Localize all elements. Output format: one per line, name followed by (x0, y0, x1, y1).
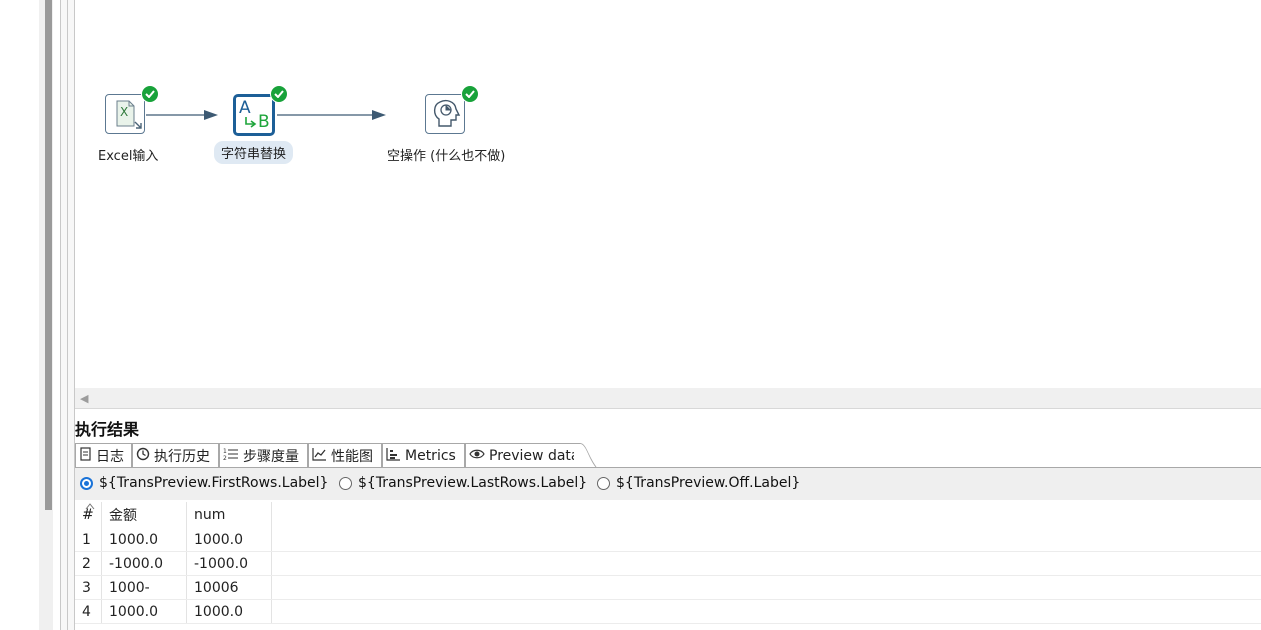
cell-amount: 1000- (101, 575, 187, 600)
table-row[interactable]: 3 1000- 10006 (75, 575, 272, 600)
cell-index: 2 (75, 551, 102, 576)
history-icon (136, 447, 150, 465)
tab-preview-data-label: Preview data (489, 447, 580, 464)
column-header-num[interactable]: num (186, 502, 272, 528)
column-header-amount[interactable]: 金额 (101, 502, 187, 528)
cell-index: 4 (75, 599, 102, 624)
vertical-scrollbar[interactable] (45, 0, 52, 510)
tab-history[interactable]: 执行历史 (132, 443, 219, 467)
replace-a-glyph: A (239, 98, 251, 118)
radio-first-rows-label: ${TransPreview.FirstRows.Label} (99, 475, 329, 491)
scroll-left-icon[interactable]: ◀ (80, 392, 88, 405)
step-label-dummy: 空操作 (什么也不做) (387, 149, 506, 164)
cell-amount: 1000.0 (101, 528, 187, 552)
preview-mode-options: ${TransPreview.FirstRows.Label} ${TransP… (75, 468, 1261, 500)
radio-off-label: ${TransPreview.Off.Label} (616, 475, 801, 491)
tab-metrics-label: Metrics (405, 447, 456, 464)
tab-performance-graph[interactable]: 性能图 (308, 443, 382, 467)
left-gutter (0, 0, 39, 630)
tab-performance-graph-label: 性能图 (331, 448, 373, 465)
transformation-canvas[interactable]: X Excel输入 A B 字符串替换 空操作 (什么也不做) (75, 0, 1261, 388)
performance-graph-icon (312, 447, 327, 465)
cell-num: 1000.0 (186, 599, 272, 624)
dummy-step-icon (425, 94, 465, 134)
table-row[interactable]: 1 1000.0 1000.0 (75, 528, 272, 552)
tab-history-label: 执行历史 (154, 448, 210, 465)
log-icon (79, 446, 92, 465)
execution-results-title: 执行结果 (75, 420, 140, 439)
tab-log[interactable]: 日志 (75, 443, 132, 467)
radio-last-rows[interactable]: ${TransPreview.LastRows.Label} (339, 475, 587, 491)
preview-data-table: # 金额 num 1 1000.0 1000.0 2 -1000.0 -1000… (75, 502, 1261, 630)
success-check-icon (141, 85, 159, 103)
row-divider (75, 575, 1261, 576)
cell-num: -1000.0 (186, 551, 272, 576)
radio-unselected-icon[interactable] (597, 476, 610, 490)
hops-layer (146, 110, 386, 120)
canvas-horizontal-scrollbar[interactable]: ◀ (75, 388, 1261, 409)
table-row[interactable]: 4 1000.0 1000.0 (75, 599, 272, 624)
row-divider (75, 551, 1261, 552)
cell-amount: -1000.0 (101, 551, 187, 576)
excel-input-icon: X (105, 94, 145, 134)
results-tabstrip: 日志 执行历史 12 步骤度量 性能图 Metrics Preview data (75, 443, 1261, 468)
step-metrics-icon: 12 (223, 447, 239, 465)
cell-index: 1 (75, 528, 102, 552)
cell-amount: 1000.0 (101, 599, 187, 624)
radio-selected-icon[interactable] (80, 476, 93, 490)
panel-splitter[interactable] (60, 0, 75, 630)
svg-text:1: 1 (223, 448, 227, 455)
radio-unselected-icon[interactable] (339, 476, 352, 490)
tab-edge (574, 443, 597, 468)
sort-up-icon[interactable] (85, 502, 95, 510)
string-replace-icon: A B (233, 94, 275, 136)
metrics-icon (386, 447, 401, 465)
hop-arrow-2-icon (372, 110, 386, 120)
row-divider (75, 599, 1261, 600)
step-label-string-replace: 字符串替换 (214, 141, 294, 164)
table-header-row: # 金额 num (75, 502, 272, 528)
eye-icon (469, 448, 485, 464)
radio-last-rows-label: ${TransPreview.LastRows.Label} (358, 475, 588, 491)
tab-metrics[interactable]: Metrics (382, 443, 465, 467)
radio-off[interactable]: ${TransPreview.Off.Label} (597, 475, 800, 491)
tab-step-metrics-label: 步骤度量 (243, 448, 299, 465)
cell-num: 10006 (186, 575, 272, 600)
tab-preview-data[interactable]: Preview data (465, 443, 579, 467)
cell-index: 3 (75, 575, 102, 600)
row-divider (75, 623, 1261, 624)
radio-first-rows[interactable]: ${TransPreview.FirstRows.Label} (80, 475, 328, 491)
svg-text:2: 2 (223, 455, 227, 461)
excel-x-glyph: X (120, 105, 129, 119)
step-label-excel-input: Excel输入 (98, 149, 159, 164)
tab-step-metrics[interactable]: 12 步骤度量 (219, 443, 308, 467)
table-row[interactable]: 2 -1000.0 -1000.0 (75, 551, 272, 576)
tab-log-label: 日志 (96, 448, 124, 465)
replace-b-glyph: B (258, 112, 270, 132)
cell-num: 1000.0 (186, 528, 272, 552)
hop-arrow-1-icon (204, 110, 218, 120)
success-check-icon (461, 85, 479, 103)
success-check-icon (270, 85, 288, 103)
